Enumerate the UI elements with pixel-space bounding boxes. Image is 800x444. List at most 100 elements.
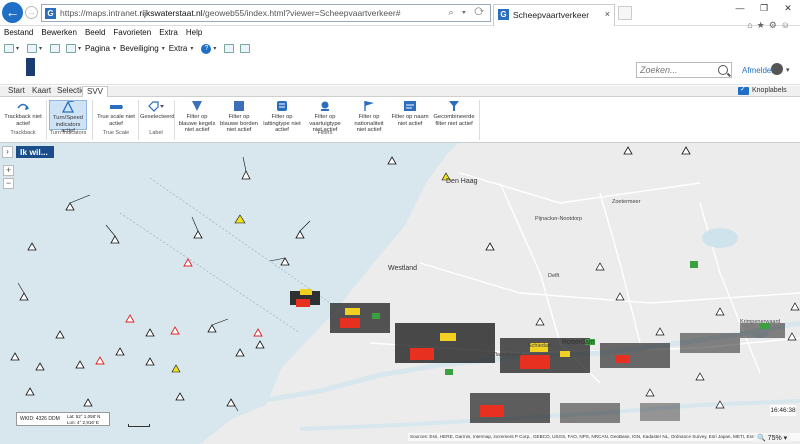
filter-blue-boards-label: Filter op blauwe borden niet actief <box>219 114 259 133</box>
map-attribution: Sources: Esri, HERE, Garmin, Intermap, i… <box>408 433 800 441</box>
favorites-bar-icon[interactable] <box>4 44 14 53</box>
menu-beeld[interactable]: Beeld <box>81 28 109 41</box>
command-extra[interactable]: Extra <box>169 44 188 53</box>
command-pagina[interactable]: Pagina <box>85 44 110 53</box>
search-field[interactable] <box>636 62 732 78</box>
filter-blue-boards-button[interactable]: Filter op blauwe borden niet actief <box>219 100 259 134</box>
group-label-filters: Filters <box>317 130 333 136</box>
filter-lattingtype-label: Filter op lattingtype niet actief <box>263 114 301 133</box>
combined-filter-icon <box>449 101 459 111</box>
filter-lattingtype-button[interactable]: Filter op lattingtype niet actief <box>262 100 302 134</box>
blue-board-icon <box>234 101 244 111</box>
user-avatar-icon[interactable] <box>771 63 783 75</box>
label-selected-text: Geselecteerd <box>140 114 175 120</box>
latitude-value: Lat: 52° 1,058' N <box>67 414 101 419</box>
browser-zoom-level[interactable]: 🔍 75% ▾ <box>754 434 791 442</box>
turn-speed-button[interactable]: Turn/Speed indicators actief <box>49 100 87 134</box>
place-westland: Westland <box>388 265 418 272</box>
wkid-label: WKID: 4326 DDM <box>20 416 60 422</box>
place-rotterdam: Rotterdam <box>562 339 595 346</box>
true-scale-label: True scale niet actief <box>97 114 135 127</box>
tab-start[interactable]: Start <box>4 86 29 97</box>
command-bar: ▾ ▾ ▾ Pagina ▾ Beveiliging ▾ Extra ▾ ? ▾ <box>0 42 800 55</box>
tab-scheepvaartverkeer[interactable]: G Scheepvaartverkeer × <box>493 4 615 26</box>
map-time: 16:46:38 <box>770 405 796 416</box>
name-card-icon <box>404 101 416 111</box>
filter-naam-button[interactable]: Filter op naam niet actief <box>391 100 429 127</box>
menu-favorieten[interactable]: Favorieten <box>109 28 155 41</box>
place-zoetermeer: Zoetermeer <box>612 199 641 205</box>
minimize-icon[interactable]: — <box>728 0 752 18</box>
group-label-turn-indicators: Turn Indicators <box>49 130 87 136</box>
scale-bar <box>128 424 150 427</box>
flag-icon <box>364 101 374 111</box>
ik-wil-button[interactable]: Ik wil... <box>16 146 54 158</box>
accelerator-icon[interactable] <box>240 44 251 53</box>
search-input[interactable] <box>640 64 710 76</box>
maximize-icon[interactable]: ❐ <box>752 0 776 18</box>
lattingtype-icon <box>277 101 287 111</box>
button-labels-label: Knoplabels <box>752 87 787 94</box>
filter-nationaliteit-button[interactable]: Filter op nationaliteit niet actief <box>349 100 389 134</box>
tab-favicon-icon: G <box>498 9 509 20</box>
menu-help[interactable]: Help <box>182 28 206 41</box>
menu-extra[interactable]: Extra <box>155 28 182 41</box>
place-vlaardingen: Vlaardingen <box>492 352 522 358</box>
side-panel-toggle[interactable]: › <box>2 146 13 158</box>
coordinate-readout[interactable]: WKID: 4326 DDM Lat: 52° 1,058' N Lon: 4°… <box>16 412 110 426</box>
menu-bewerken[interactable]: Bewerken <box>37 28 81 41</box>
rijkswaterstaat-logo <box>24 58 62 82</box>
close-window-icon[interactable]: ✕ <box>776 0 800 18</box>
combined-filter-label: Gecombineerde filter niet actief <box>433 114 475 127</box>
place-delft: Delft <box>548 273 560 279</box>
longitude-value: Lon: 4° 2,916' E <box>67 420 99 425</box>
tab-title: Scheepvaartverkeer <box>513 10 590 20</box>
true-scale-icon <box>110 105 123 109</box>
trackback-icon <box>17 103 29 110</box>
mail-icon[interactable] <box>50 44 61 53</box>
chevron-down-icon[interactable]: ▾ <box>786 66 790 74</box>
label-dropdown-button[interactable]: Geselecteerd <box>140 100 175 121</box>
zoom-in-button[interactable]: + <box>3 165 14 176</box>
place-schiedam: Schiedam <box>528 343 553 349</box>
browser-address-bar: ← → G https://maps.intranet.rijkswaterst… <box>0 0 800 30</box>
filter-nationaliteit-label: Filter op nationaliteit niet actief <box>354 114 384 133</box>
back-button[interactable]: ← <box>2 2 23 23</box>
group-label-label: Label <box>149 130 163 136</box>
url-text: https://maps.intranet.rijkswaterstaat.nl… <box>60 8 401 18</box>
group-label-trackback: Trackback <box>10 130 36 136</box>
url-tools[interactable]: ⌕ ▾ ⟳ <box>449 7 487 18</box>
place-krimpenerwaard: Krimpenerwaard <box>740 319 781 325</box>
research-icon[interactable] <box>224 44 235 53</box>
close-tab-icon[interactable]: × <box>605 9 610 19</box>
url-field[interactable]: G https://maps.intranet.rijkswaterstaat.… <box>41 4 491 22</box>
combined-filter-button[interactable]: Gecombineerde filter niet actief <box>432 100 476 127</box>
vessel-layer[interactable] <box>0 143 800 444</box>
place-pijnacker-nootdorp: Pijnacker-Nootdorp <box>535 216 583 222</box>
map-view[interactable]: Den Haag Westland Rotterdam Vlaardingen … <box>0 143 800 444</box>
tab-kaart[interactable]: Kaart <box>28 86 55 97</box>
trackback-label: Trackback niet actief <box>4 114 42 127</box>
group-label-true-scale: True Scale <box>102 130 130 136</box>
menu-bar: Bestand Bewerken Beeld Favorieten Extra … <box>0 28 800 41</box>
button-labels-checkbox[interactable] <box>738 85 749 95</box>
command-beveiliging[interactable]: Beveiliging <box>120 44 159 53</box>
zoom-out-button[interactable]: − <box>3 178 14 189</box>
menu-bestand[interactable]: Bestand <box>0 28 37 41</box>
print-icon[interactable] <box>66 44 77 53</box>
help-icon[interactable]: ? <box>201 43 212 54</box>
forward-button[interactable]: → <box>25 6 38 19</box>
ribbon-tabs: Start Kaart Selectie SVV Knoplabels <box>0 85 800 98</box>
true-scale-button[interactable]: True scale niet actief <box>96 100 136 127</box>
filter-blue-cones-label: Filter op blauwe kegels niet actief <box>178 114 216 133</box>
search-icon[interactable] <box>718 65 728 75</box>
feeds-icon[interactable] <box>27 44 38 53</box>
filter-vaartuigtype-button[interactable]: Filter op vaartuigtype niet actief <box>305 100 345 134</box>
vessel-type-icon <box>321 101 329 111</box>
filter-blue-cones-button[interactable]: Filter op blauwe kegels niet actief <box>177 100 217 134</box>
new-tab-button[interactable] <box>618 6 632 20</box>
trackback-button[interactable]: Trackback niet actief <box>4 100 42 127</box>
funnel-icon <box>192 101 202 111</box>
window-controls: — ❐ ✕ <box>728 0 800 18</box>
place-den-haag: Den Haag <box>446 178 478 185</box>
